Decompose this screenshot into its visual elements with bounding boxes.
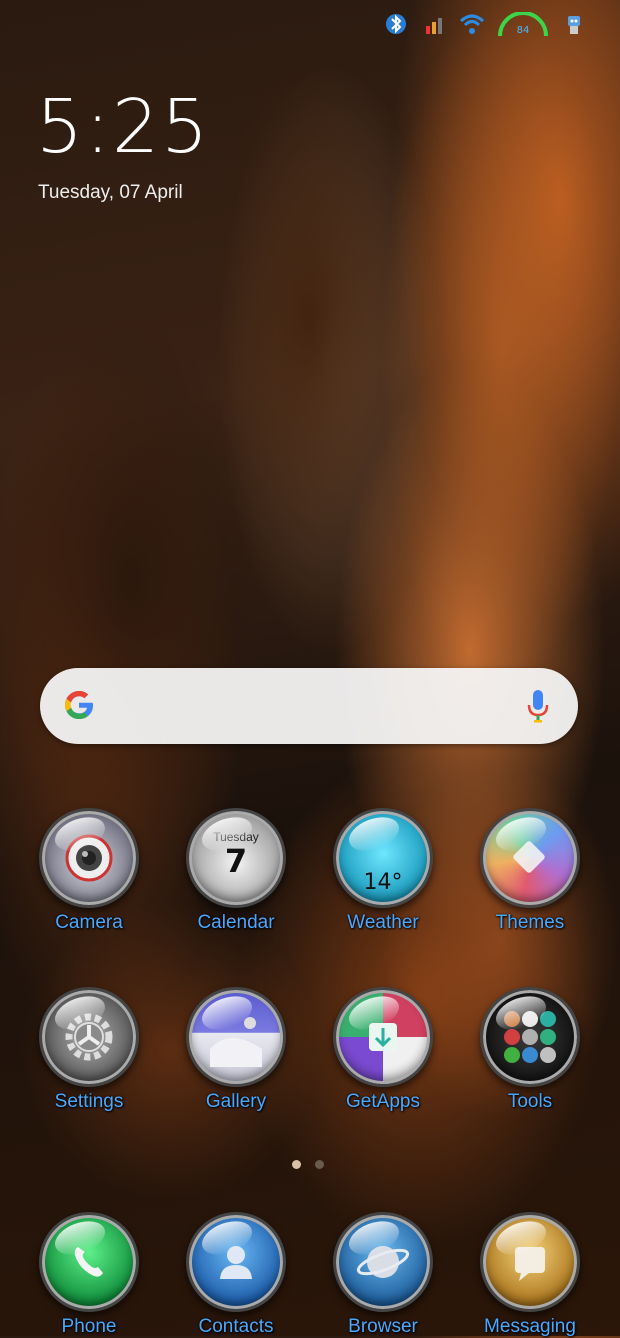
app-settings[interactable]: Settings — [19, 987, 159, 1113]
app-label: Settings — [54, 1091, 124, 1112]
lockscreen-time: 5:25 — [36, 84, 211, 170]
app-label: Camera — [55, 912, 123, 933]
wifi-icon — [458, 12, 486, 36]
camera-icon — [39, 808, 139, 908]
app-gallery[interactable]: Gallery — [166, 987, 306, 1113]
app-label: Weather — [347, 912, 419, 933]
app-label: Themes — [495, 912, 565, 933]
gallery-icon — [186, 987, 286, 1087]
dock-contacts[interactable]: Contacts — [166, 1212, 306, 1338]
app-label: GetApps — [346, 1091, 420, 1112]
app-weather[interactable]: 14° Weather — [313, 808, 453, 934]
app-tools-folder[interactable]: Tools — [460, 987, 600, 1113]
dock-messaging[interactable]: Messaging — [460, 1212, 600, 1338]
bluetooth-icon — [382, 12, 410, 36]
app-label: Calendar — [197, 912, 275, 933]
app-themes[interactable]: Themes — [460, 808, 600, 934]
signal-icon — [420, 12, 448, 36]
app-label: Contacts — [198, 1316, 274, 1337]
themes-icon — [480, 808, 580, 908]
page-indicator — [292, 1160, 324, 1169]
app-label: Messaging — [484, 1316, 576, 1337]
app-camera[interactable]: Camera — [19, 808, 159, 934]
wallpaper-highlight — [210, 60, 410, 580]
app-label: Phone — [61, 1316, 117, 1337]
page-dot-active — [292, 1160, 301, 1169]
phone-icon — [39, 1212, 139, 1312]
gear-icon — [39, 987, 139, 1087]
app-label: Gallery — [205, 1091, 267, 1112]
google-g-icon — [60, 686, 98, 724]
lockscreen-date: Tuesday, 07 April — [38, 182, 183, 203]
google-search-bar[interactable] — [40, 668, 578, 744]
wallpaper-highlight — [380, 0, 620, 700]
browser-icon — [333, 1212, 433, 1312]
battery-text: 84 — [517, 25, 530, 36]
robot-icon — [560, 12, 588, 36]
app-label: Tools — [507, 1091, 553, 1112]
battery-gauge-icon: 84 — [496, 12, 550, 36]
wallpaper-highlight — [0, 320, 260, 840]
calendar-icon: Tuesday 7 — [186, 808, 286, 908]
weather-icon: 14° — [333, 808, 433, 908]
contacts-icon — [186, 1212, 286, 1312]
status-bar: 84 — [382, 12, 588, 36]
weather-temp: 14° — [363, 870, 403, 895]
messaging-icon — [480, 1212, 580, 1312]
app-label: Browser — [348, 1316, 418, 1337]
dock-phone[interactable]: Phone — [19, 1212, 159, 1338]
app-getapps[interactable]: GetApps — [313, 987, 453, 1113]
app-calendar[interactable]: Tuesday 7 Calendar — [166, 808, 306, 934]
getapps-icon — [333, 987, 433, 1087]
microphone-icon[interactable] — [526, 688, 550, 724]
dock-browser[interactable]: Browser — [313, 1212, 453, 1338]
page-dot — [315, 1160, 324, 1169]
tools-folder-icon — [480, 987, 580, 1087]
